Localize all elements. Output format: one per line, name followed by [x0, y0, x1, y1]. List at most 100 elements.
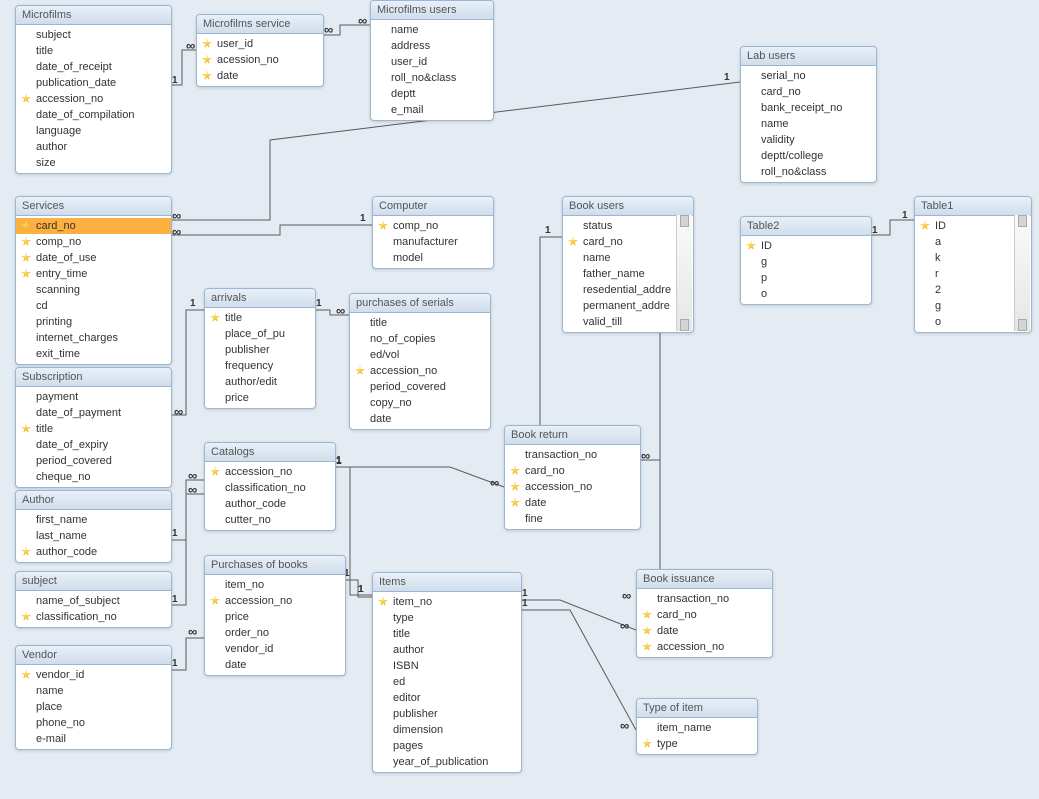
table-header[interactable]: Microfilms users	[371, 1, 493, 20]
field[interactable]: title	[16, 43, 171, 59]
field[interactable]: entry_time	[16, 266, 171, 282]
table-microfilms[interactable]: Microfilmssubjecttitledate_of_receiptpub…	[15, 5, 172, 174]
field[interactable]: user_id	[197, 36, 323, 52]
table-header[interactable]: subject	[16, 572, 171, 591]
field[interactable]: classification_no	[16, 609, 171, 625]
field[interactable]: accession_no	[16, 91, 171, 107]
field[interactable]: price	[205, 609, 345, 625]
field[interactable]: user_id	[371, 54, 493, 70]
field[interactable]: transaction_no	[505, 447, 640, 463]
field[interactable]: date_of_compilation	[16, 107, 171, 123]
field[interactable]: author_code	[205, 496, 335, 512]
table-book_users[interactable]: Book usersstatuscard_nonamefather_namere…	[562, 196, 694, 333]
table-header[interactable]: purchases of serials	[350, 294, 490, 313]
table-microfilms_users[interactable]: Microfilms usersnameaddressuser_idroll_n…	[370, 0, 494, 121]
table-catalogs[interactable]: Catalogsaccession_noclassification_noaut…	[204, 442, 336, 531]
table-header[interactable]: Microfilms service	[197, 15, 323, 34]
field[interactable]: date	[350, 411, 490, 427]
field[interactable]: card_no	[637, 607, 772, 623]
scrollbar[interactable]	[676, 215, 692, 331]
table-lab_users[interactable]: Lab usersserial_nocard_nobank_receipt_no…	[740, 46, 877, 183]
field[interactable]: comp_no	[373, 218, 493, 234]
field[interactable]: phone_no	[16, 715, 171, 731]
field[interactable]: p	[741, 270, 871, 286]
field[interactable]: address	[371, 38, 493, 54]
table-header[interactable]: Type of item	[637, 699, 757, 718]
field[interactable]: father_name	[563, 266, 693, 282]
field[interactable]: internet_charges	[16, 330, 171, 346]
table-header[interactable]: Purchases of books	[205, 556, 345, 575]
field[interactable]: copy_no	[350, 395, 490, 411]
table-header[interactable]: Book users	[563, 197, 693, 216]
field[interactable]: o	[741, 286, 871, 302]
table-header[interactable]: Book issuance	[637, 570, 772, 589]
field[interactable]: title	[16, 421, 171, 437]
field[interactable]: editor	[373, 690, 521, 706]
field[interactable]: author/edit	[205, 374, 315, 390]
field[interactable]: roll_no&class	[741, 164, 876, 180]
field[interactable]: publication_date	[16, 75, 171, 91]
table-purchases_of_serials[interactable]: purchases of serialstitleno_of_copiesed/…	[349, 293, 491, 430]
field[interactable]: exit_time	[16, 346, 171, 362]
field[interactable]: serial_no	[741, 68, 876, 84]
field[interactable]: item_no	[373, 594, 521, 610]
field[interactable]: payment	[16, 389, 171, 405]
field[interactable]: status	[563, 218, 693, 234]
field[interactable]: title	[373, 626, 521, 642]
table-header[interactable]: Items	[373, 573, 521, 592]
field[interactable]: period_covered	[16, 453, 171, 469]
table-purchases_of_books[interactable]: Purchases of booksitem_noaccession_nopri…	[204, 555, 346, 676]
field[interactable]: author	[373, 642, 521, 658]
field[interactable]: date	[205, 657, 345, 673]
table-header[interactable]: Microfilms	[16, 6, 171, 25]
field[interactable]: item_no	[205, 577, 345, 593]
field[interactable]: date	[505, 495, 640, 511]
field[interactable]: price	[205, 390, 315, 406]
field[interactable]: vendor_id	[16, 667, 171, 683]
field[interactable]: name	[563, 250, 693, 266]
field[interactable]: deptt	[371, 86, 493, 102]
field[interactable]: date_of_use	[16, 250, 171, 266]
field[interactable]: dimension	[373, 722, 521, 738]
field[interactable]: ISBN	[373, 658, 521, 674]
field[interactable]: bank_receipt_no	[741, 100, 876, 116]
field[interactable]: accession_no	[350, 363, 490, 379]
scrollbar[interactable]	[1014, 215, 1030, 331]
field[interactable]: language	[16, 123, 171, 139]
field[interactable]: classification_no	[205, 480, 335, 496]
field[interactable]: manufacturer	[373, 234, 493, 250]
field[interactable]: name	[371, 22, 493, 38]
field[interactable]: pages	[373, 738, 521, 754]
table-book_issuance[interactable]: Book issuancetransaction_nocard_nodateac…	[636, 569, 773, 658]
field[interactable]: card_no	[505, 463, 640, 479]
field[interactable]: permanent_addre	[563, 298, 693, 314]
field[interactable]: deptt/college	[741, 148, 876, 164]
field[interactable]: no_of_copies	[350, 331, 490, 347]
field[interactable]: place	[16, 699, 171, 715]
field[interactable]: card_no	[741, 84, 876, 100]
field[interactable]: ed/vol	[350, 347, 490, 363]
field[interactable]: cheque_no	[16, 469, 171, 485]
field[interactable]: e-mail	[16, 731, 171, 747]
table-vendor[interactable]: Vendorvendor_idnameplacephone_noe-mail	[15, 645, 172, 750]
field[interactable]: size	[16, 155, 171, 171]
table-items[interactable]: Itemsitem_notypetitleauthorISBNededitorp…	[372, 572, 522, 773]
field[interactable]: author_code	[16, 544, 171, 560]
field[interactable]: place_of_pu	[205, 326, 315, 342]
field[interactable]: type	[373, 610, 521, 626]
field[interactable]: validity	[741, 132, 876, 148]
field[interactable]: valid_till	[563, 314, 693, 330]
table-header[interactable]: Catalogs	[205, 443, 335, 462]
field[interactable]: card_no	[16, 218, 171, 234]
field[interactable]: vendor_id	[205, 641, 345, 657]
field[interactable]: resedential_addre	[563, 282, 693, 298]
table-subject[interactable]: subjectname_of_subjectclassification_no	[15, 571, 172, 628]
table-header[interactable]: Computer	[373, 197, 493, 216]
field[interactable]: date_of_expiry	[16, 437, 171, 453]
field[interactable]: date_of_payment	[16, 405, 171, 421]
table-type_of_item[interactable]: Type of itemitem_nametype	[636, 698, 758, 755]
table-header[interactable]: Table1	[915, 197, 1031, 216]
field[interactable]: date	[637, 623, 772, 639]
field[interactable]: printing	[16, 314, 171, 330]
table-book_return[interactable]: Book returntransaction_nocard_noaccessio…	[504, 425, 641, 530]
